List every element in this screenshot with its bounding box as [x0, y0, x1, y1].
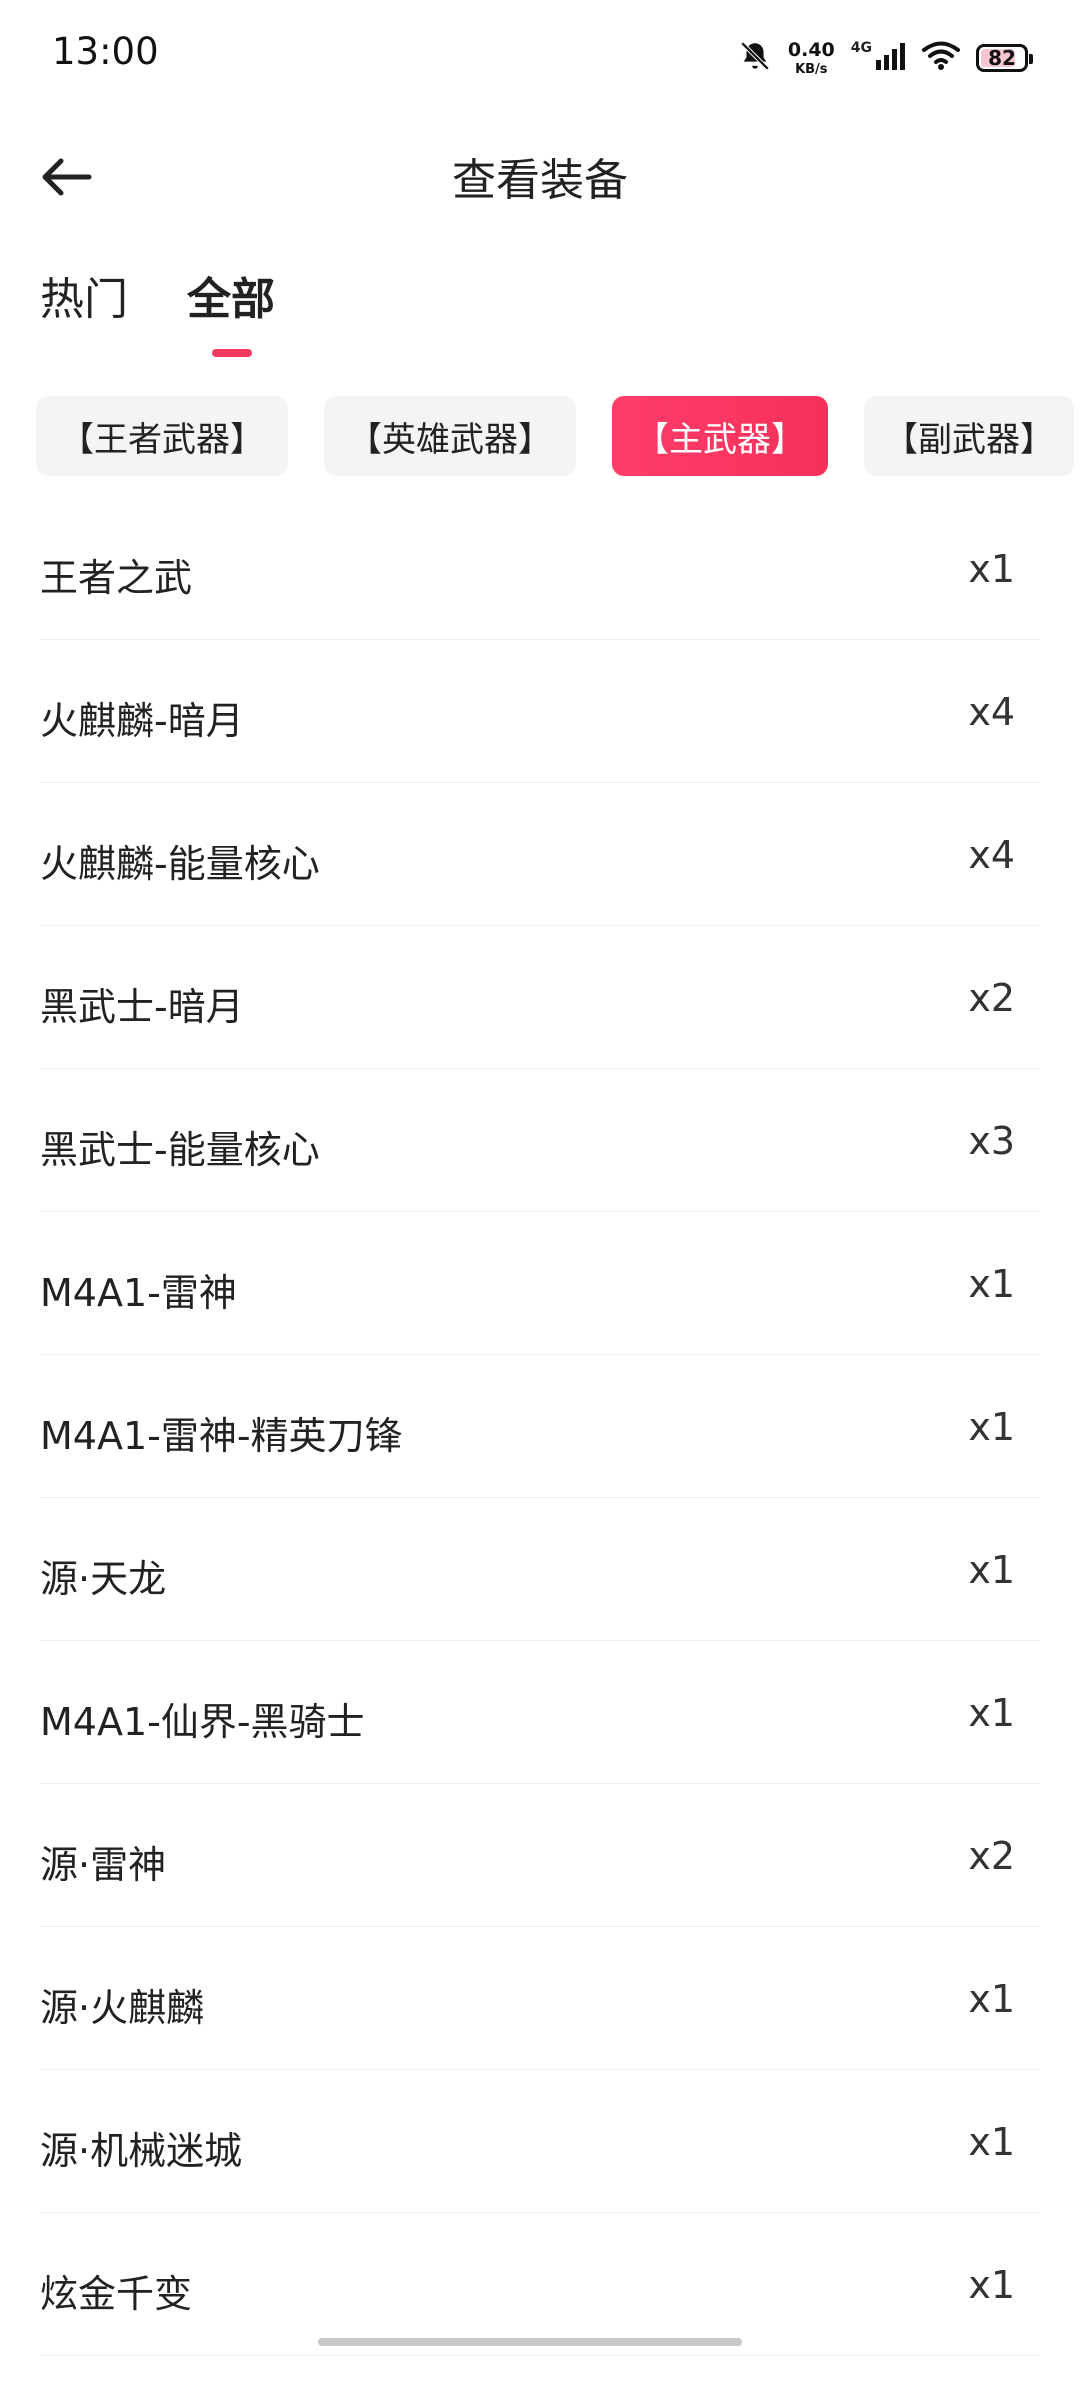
wifi-icon — [922, 41, 960, 75]
item-name: 黑武士-能量核心 — [40, 1128, 320, 1172]
equipment-list: 王者之武 x1 火麒麟-暗月 x4 火麒麟-能量核心 x4 黑武士-暗月 x2 黑武士-能量核心… — [40, 497, 1040, 2356]
item-count: x1 — [968, 547, 1015, 591]
network-speed-value: 0.40 — [787, 38, 835, 61]
item-name: 源·天龙 — [40, 1557, 167, 1601]
item-name: 王者之武 — [40, 556, 193, 600]
list-item[interactable]: 源·机械迷城 x1 — [40, 2070, 1040, 2213]
mute-bell-icon — [738, 39, 772, 77]
item-name: 源·火麒麟 — [40, 1986, 205, 2030]
list-item[interactable]: 源·火麒麟 x1 — [40, 1927, 1040, 2070]
status-time: 13:00 — [52, 30, 159, 73]
network-speed-unit: KB/s — [795, 61, 828, 77]
category-filter-bar[interactable]: 【王者武器】 【英雄武器】 【主武器】 【副武器】 — [0, 396, 1080, 476]
list-item[interactable]: 源·天龙 x1 — [40, 1498, 1040, 1641]
list-item[interactable]: M4A1-雷神 x1 — [40, 1212, 1040, 1355]
status-icons: 0.40 KB/s 4G 82 — [738, 36, 1033, 80]
list-item[interactable]: M4A1-仙界-黑骑士 x1 — [40, 1641, 1040, 1784]
network-speed: 0.40 KB/s — [787, 38, 835, 77]
item-count: x3 — [968, 1119, 1015, 1163]
list-item[interactable]: 火麒麟-暗月 x4 — [40, 640, 1040, 783]
list-item[interactable]: 黑武士-暗月 x2 — [40, 926, 1040, 1069]
status-bar: 13:00 0.40 KB/s 4G 82 — [0, 0, 1080, 110]
chip-secondary-weapons[interactable]: 【副武器】 — [864, 396, 1074, 476]
item-count: x1 — [968, 2120, 1015, 2164]
item-name: 炫金千变 — [40, 2272, 193, 2316]
item-count: x2 — [968, 1834, 1015, 1878]
list-item[interactable]: 炫金千变 x1 — [40, 2213, 1040, 2356]
list-item[interactable]: 黑武士-能量核心 x3 — [40, 1069, 1040, 1212]
top-nav-bar: 查看装备 — [0, 120, 1080, 230]
item-count: x1 — [968, 1405, 1015, 1449]
chip-primary-weapons[interactable]: 【主武器】 — [612, 396, 828, 476]
item-count: x1 — [968, 1548, 1015, 1592]
chip-king-weapons[interactable]: 【王者武器】 — [36, 396, 288, 476]
list-item[interactable]: 火麒麟-能量核心 x4 — [40, 783, 1040, 926]
item-count: x2 — [968, 976, 1015, 1020]
tab-hot[interactable]: 热门 — [40, 263, 128, 327]
battery-icon: 82 — [976, 44, 1033, 72]
network-type: 4G — [850, 40, 872, 56]
item-name: 源·雷神 — [40, 1843, 167, 1887]
list-item[interactable]: M4A1-雷神-精英刀锋 x1 — [40, 1355, 1040, 1498]
active-tab-indicator — [212, 349, 252, 357]
item-name: 黑武士-暗月 — [40, 985, 244, 1029]
item-count: x1 — [968, 1691, 1015, 1735]
item-count: x1 — [968, 1977, 1015, 2021]
list-item[interactable]: 源·雷神 x2 — [40, 1784, 1040, 1927]
item-count: x4 — [968, 690, 1015, 734]
item-count: x1 — [968, 1262, 1015, 1306]
item-count: x1 — [968, 2263, 1015, 2307]
item-name: M4A1-仙界-黑骑士 — [40, 1700, 365, 1744]
item-name: 源·机械迷城 — [40, 2129, 243, 2173]
item-count: x4 — [968, 833, 1015, 877]
cell-signal-icon — [876, 42, 906, 74]
page-title: 查看装备 — [452, 155, 628, 206]
battery-level: 82 — [988, 46, 1016, 70]
list-item[interactable]: 王者之武 x1 — [40, 497, 1040, 640]
item-name: M4A1-雷神-精英刀锋 — [40, 1414, 403, 1458]
item-name: 火麒麟-能量核心 — [40, 842, 320, 886]
item-name: 火麒麟-暗月 — [40, 699, 244, 743]
home-indicator[interactable] — [318, 2338, 742, 2346]
tab-bar: 热门 全部 — [0, 255, 1080, 365]
item-name: M4A1-雷神 — [40, 1271, 237, 1315]
tab-all[interactable]: 全部 — [187, 263, 275, 327]
chip-hero-weapons[interactable]: 【英雄武器】 — [324, 396, 576, 476]
